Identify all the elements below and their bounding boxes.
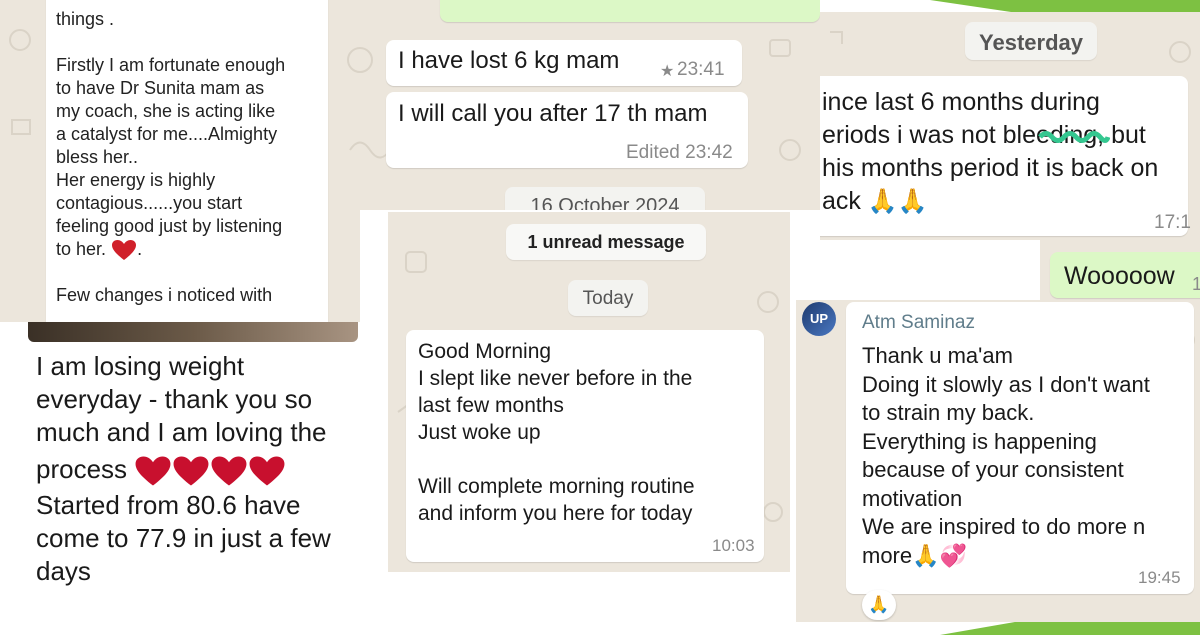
text-line-with-heart: to her. . [56, 238, 285, 261]
text-line: to have Dr Sunita mam as [56, 78, 265, 98]
text-line: his months period it is back on [822, 154, 1159, 182]
text-line: Thank u ma'am [862, 343, 1013, 368]
day-divider: Today [568, 280, 648, 316]
text-line: motivation [862, 485, 963, 511]
text-line: last few months [418, 394, 564, 417]
text-line: Few changes i noticed with [56, 285, 273, 306]
text-line: because of your consistent [862, 457, 1124, 482]
message-text: I will call you after 17 th mam [398, 100, 708, 127]
text-line: I slept like never before in the [418, 367, 693, 390]
text-line: days [36, 556, 91, 586]
chat-screenshot-panel-c-reply: Wooooow 1 [1040, 240, 1200, 300]
red-heart-icon [112, 240, 137, 261]
message-text: I have lost 6 kg mam [398, 47, 620, 74]
chat-screenshot-panel-c: Yesterday ince last 6 months during erio… [820, 12, 1200, 240]
message-bubble: Good Morning I slept like never before i… [406, 330, 764, 562]
message-time: 23:41 [677, 59, 725, 80]
folded-hands-icon: 🙏🙏 [867, 188, 928, 215]
date-label: 16 October 2024 [530, 195, 680, 210]
red-heart-icon [211, 456, 247, 486]
text-line: much and I am loving the [36, 417, 327, 447]
chat-screenshot-panel-a: things . Firstly I am fortunate enough t… [0, 0, 360, 330]
outgoing-message-bubble: Wooooow 1 [1050, 252, 1200, 298]
message-time: 10:03 [712, 536, 755, 555]
text-line: bless her.. [56, 147, 139, 167]
message-time: 19:45 [1138, 568, 1181, 587]
text-line: Doing it slowly as I don't want [862, 371, 1150, 397]
message-text: Thank u ma'am Doing it slowly as I don't… [862, 342, 1150, 570]
unread-messages-divider: 1 unread message [506, 224, 706, 260]
text-line: things . [56, 9, 115, 29]
text-line: Firstly I am fortunate enough [56, 55, 286, 75]
message-text: things . Firstly I am fortunate enough t… [56, 8, 285, 307]
message-bubble: I have lost 6 kg mam ★ 23:41 [386, 40, 742, 86]
message-bubble: I will call you after 17 th mam Edited 2… [386, 92, 748, 168]
text-line [56, 261, 285, 284]
folded-hands-icon: 🙏 [912, 542, 940, 568]
day-divider: Yesterday [965, 22, 1097, 60]
message-text: I am losing weight everyday - thank you … [36, 350, 331, 588]
text-line: more [862, 542, 913, 568]
text-line: Her energy is highly [56, 170, 216, 190]
text-line: everyday - thank you so [36, 384, 313, 414]
chat-screenshot-panel-d: 1 unread message Today Good Morning I sl… [388, 212, 790, 572]
date-divider: 16 October 2024 [505, 187, 705, 210]
text-line: We are inspired to do more n [862, 514, 1146, 539]
message-bubble: ince last 6 months during eriods i was n… [820, 76, 1191, 236]
text-line: Good Morning [418, 340, 552, 363]
text-line: Will complete morning routine [418, 475, 695, 498]
text-line: feeling good just by listening [56, 216, 283, 236]
message-text: Wooooow [1064, 262, 1175, 290]
chat-screenshot-panel-e: I am losing weight everyday - thank you … [0, 322, 362, 635]
text-line: to her. [56, 239, 107, 259]
chat-screenshot-panel-f: UP Atm Saminaz Thank u ma'am Doing it sl… [796, 300, 1200, 622]
text-line: come to 77.9 in just a few [36, 523, 331, 553]
red-heart-icon [249, 456, 285, 486]
avatar[interactable]: UP [802, 302, 836, 336]
message-time: 1 [1192, 274, 1200, 294]
period-text: . [137, 239, 143, 259]
red-heart-icon [135, 456, 171, 486]
text-line: ack [822, 187, 861, 215]
sender-name[interactable]: Atm Saminaz [862, 312, 975, 334]
text-line-with-hands: ack 🙏🙏 [822, 185, 1158, 218]
chat-screenshot-panel-b: I have lost 6 kg mam ★ 23:41 I will call… [330, 0, 820, 210]
two-hearts-icon: 💞 [939, 542, 967, 568]
star-icon: ★ [660, 63, 675, 80]
outgoing-bubble-edge [440, 0, 820, 22]
folded-hands-reaction-icon[interactable]: 🙏 [862, 590, 896, 620]
day-label: Yesterday [979, 30, 1083, 55]
text-line [418, 446, 695, 473]
text-line: my coach, she is acting like [56, 101, 276, 121]
text-line: Everything is happening [862, 428, 1097, 454]
text-line-with-hearts: process [36, 449, 331, 489]
red-heart-icon [173, 456, 209, 486]
avatar-initials: UP [809, 311, 829, 326]
message-time: 17:1 [1154, 212, 1191, 233]
text-line-with-emoji: more🙏💞 [862, 542, 1150, 571]
unread-label: 1 unread message [527, 232, 685, 252]
text-line: Started from 80.6 have [36, 490, 301, 520]
message-time: Edited 23:42 [626, 142, 733, 163]
message-text: ince last 6 months during eriods i was n… [822, 86, 1158, 218]
text-line: to strain my back. [862, 400, 1035, 425]
text-line: process [36, 454, 128, 484]
text-line: a catalyst for me....Almighty [56, 124, 278, 144]
text-line: and inform you here for today [418, 502, 693, 525]
image-edge-strip [28, 322, 358, 342]
message-bubble: things . Firstly I am fortunate enough t… [46, 0, 328, 330]
text-line: ince last 6 months during [822, 88, 1100, 116]
text-line [56, 31, 285, 54]
text-line: I am losing weight [36, 351, 245, 381]
text-line: Just woke up [418, 421, 541, 444]
message-text: Good Morning I slept like never before i… [418, 338, 695, 527]
day-label: Today [582, 288, 634, 309]
text-line: contagious......you start [56, 193, 243, 213]
redaction-scribble [1038, 131, 1110, 143]
message-bubble: Atm Saminaz Thank u ma'am Doing it slowl… [846, 302, 1194, 594]
